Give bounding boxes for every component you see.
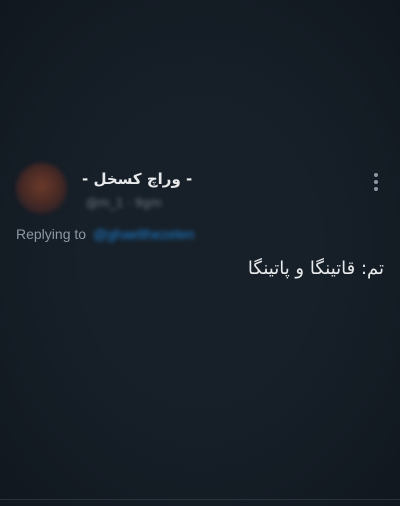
author-handle-time: @m_1 · 9gm [86,196,162,210]
tweet-text: تم: قاتینگا و پاتینگا [247,258,384,279]
replying-to-line: Replying to @ghaelthezelen [16,226,194,242]
more-vertical-icon[interactable] [368,170,384,194]
more-icon-dot [374,173,378,177]
more-icon-dot [374,180,378,184]
divider [0,499,400,500]
avatar[interactable] [16,163,67,214]
author-display-name[interactable]: - وراچ کسخل - [82,170,192,188]
replying-to-handle-link[interactable]: @ghaelthezelen [93,226,194,242]
more-icon-dot [374,187,378,191]
tweet[interactable]: - وراچ کسخل - @m_1 · 9gm Replying to @gh… [0,158,400,298]
replying-to-label: Replying to [16,226,87,242]
